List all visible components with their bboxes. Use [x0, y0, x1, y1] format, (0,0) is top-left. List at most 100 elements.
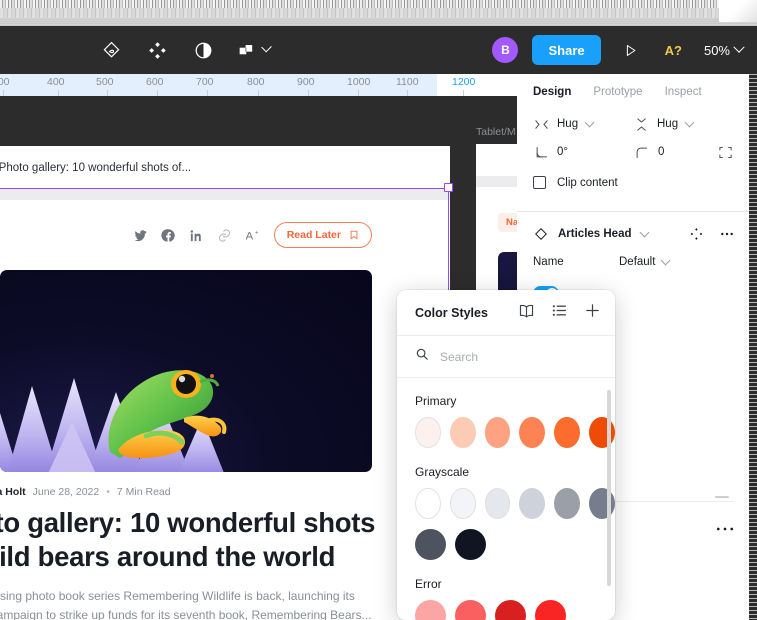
linkedin-icon[interactable] [189, 228, 204, 243]
color-swatch[interactable] [449, 417, 476, 448]
toolbar-tool-group [100, 39, 272, 61]
independent-corners-icon[interactable] [717, 144, 733, 160]
color-swatch[interactable] [455, 600, 486, 620]
add-plus-icon[interactable] [584, 302, 601, 324]
color-swatch[interactable] [484, 488, 511, 519]
ruler-tick: 1100 [396, 76, 419, 88]
selection-outline-right [448, 188, 449, 296]
color-group-label: Primary [415, 394, 457, 408]
clip-content-checkbox[interactable] [533, 176, 546, 189]
color-styles-search-row[interactable] [397, 336, 615, 378]
avatar[interactable]: B [492, 37, 519, 63]
color-styles-scrollbar[interactable] [607, 390, 611, 586]
figma-toolbar: B Share A? 50% [0, 26, 757, 74]
zoom-level-label: 50% [703, 42, 730, 58]
color-swatch-row [397, 488, 615, 529]
byline-author: bra Holt [0, 486, 26, 498]
byline-date: June 28, 2022 [32, 486, 100, 498]
horizontal-resize-icon [533, 116, 549, 132]
color-swatch[interactable] [415, 600, 446, 620]
width-chevron-down-icon[interactable] [584, 117, 595, 128]
color-swatch-row [397, 417, 615, 458]
color-swatch[interactable] [415, 488, 441, 519]
selection-resize-handle[interactable] [444, 183, 453, 192]
color-swatch[interactable] [554, 417, 581, 448]
component-instance-header: Articles Head [517, 212, 749, 252]
tab-inspect[interactable]: Inspect [665, 86, 702, 98]
rotation-field[interactable]: 0° [533, 144, 634, 160]
width-value: Hug [557, 118, 579, 130]
headline-line-2: wild bears around the world [0, 540, 336, 572]
facebook-icon[interactable] [161, 228, 176, 243]
property-value-label[interactable]: Default [619, 256, 655, 268]
color-swatch[interactable] [415, 417, 441, 448]
color-styles-list[interactable]: Primary Grayscale Error [397, 378, 615, 620]
article-standfirst: draising photo book series Remembering W… [0, 573, 450, 620]
pen-tool-icon[interactable] [100, 39, 122, 61]
read-later-button[interactable]: Read Later [273, 222, 372, 248]
zoom-level-control[interactable]: 50% [703, 41, 745, 58]
color-swatch[interactable] [554, 488, 581, 519]
zoom-chevron-down-icon[interactable] [733, 41, 745, 53]
chrome-noise-band-2 [0, 8, 757, 18]
color-swatch-row [397, 529, 615, 570]
color-swatch[interactable] [455, 529, 486, 560]
ruler-tick: 900 [297, 76, 315, 88]
height-value: Hug [657, 118, 679, 130]
component-chevron-down-icon[interactable] [639, 227, 649, 238]
tab-design[interactable]: Design [533, 86, 571, 98]
corner-radius-field[interactable]: 0 [634, 144, 718, 160]
ruler-highlight-band [437, 74, 525, 96]
color-styles-header: Color Styles [397, 290, 615, 336]
search-input[interactable] [440, 349, 590, 364]
more-options-icon[interactable] [719, 226, 735, 242]
tab-prototype[interactable]: Prototype [593, 86, 642, 98]
clip-content-row[interactable]: Clip content [517, 166, 749, 199]
color-swatch[interactable] [415, 529, 446, 560]
color-styles-title: Color Styles [415, 306, 488, 320]
bookmark-icon [350, 230, 358, 240]
height-field[interactable]: Hug [633, 116, 733, 132]
boolean-union-icon[interactable] [238, 39, 272, 61]
color-styles-panel: Color Styles Primary Grayscale Error [397, 290, 615, 620]
color-swatch[interactable] [495, 600, 526, 620]
corner-radius-value: 0 [657, 146, 665, 158]
breadcrumb: › Photo gallery: 10 wonderful shots of..… [0, 146, 450, 188]
angle-icon [533, 144, 549, 160]
color-swatch[interactable] [519, 417, 546, 448]
mask-icon[interactable] [192, 39, 214, 61]
color-swatch[interactable] [589, 488, 615, 519]
color-swatch[interactable] [449, 488, 476, 519]
height-chevron-down-icon[interactable] [684, 117, 695, 128]
color-swatch[interactable] [589, 417, 615, 448]
link-icon[interactable] [217, 228, 232, 243]
share-button[interactable]: Share [532, 35, 601, 65]
article-share-toolbar: A + Read Later [0, 200, 450, 266]
artboard-desktop-article[interactable]: › Photo gallery: 10 wonderful shots of..… [0, 146, 450, 620]
property-chevron-down-icon[interactable] [660, 255, 671, 266]
bottom-more-options-icon[interactable] [715, 520, 735, 535]
present-play-icon[interactable] [615, 34, 647, 66]
ruler-tick: 500 [96, 76, 114, 88]
color-swatch[interactable] [519, 488, 546, 519]
color-swatch[interactable] [535, 600, 566, 620]
width-field[interactable]: Hug [533, 116, 633, 132]
boolean-chevron-down-icon[interactable] [261, 41, 272, 53]
library-book-icon[interactable] [518, 302, 535, 324]
text-size-icon[interactable]: A + [245, 227, 261, 243]
panel-scrollbar[interactable] [749, 74, 757, 620]
property-name-row: Name Default [517, 252, 749, 278]
component-diamond-icon [533, 226, 549, 242]
accessibility-warning-badge[interactable]: A? [665, 43, 682, 58]
component-icon[interactable] [146, 39, 168, 61]
color-swatch[interactable] [484, 417, 511, 448]
color-swatch-row [397, 600, 615, 620]
color-groups-container: Primary Grayscale Error [397, 394, 615, 620]
chrome-noise-band [0, 0, 757, 8]
twitter-icon[interactable] [133, 228, 148, 243]
list-view-icon[interactable] [551, 302, 568, 324]
swap-instance-icon[interactable] [689, 226, 705, 242]
article-divider-strip [0, 188, 450, 200]
byline-read-time: 7 Min Read [116, 486, 171, 498]
figma-app-window: B Share A? 50% 300 400 500 600 700 800 900 1000… [0, 0, 757, 620]
